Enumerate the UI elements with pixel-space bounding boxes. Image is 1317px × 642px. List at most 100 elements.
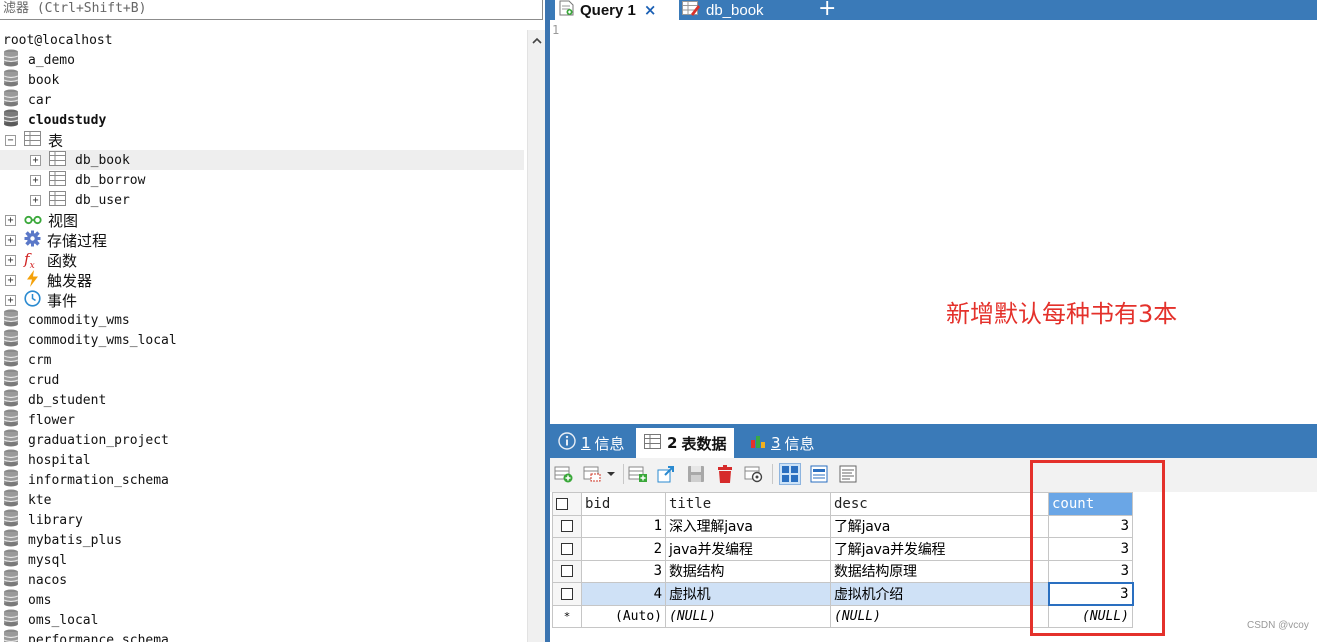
tree-folder-views[interactable]: + 视图 bbox=[0, 210, 527, 230]
sql-editor[interactable]: 1 新增默认每种书有3本 bbox=[550, 20, 1317, 424]
db-label: car bbox=[28, 92, 52, 108]
add-tab-button[interactable]: + bbox=[818, 0, 836, 21]
tab-query-1[interactable]: Query 1 × bbox=[555, 0, 679, 20]
cell-desc[interactable]: (NULL) bbox=[830, 604, 1049, 628]
tree-db[interactable]: hospital bbox=[0, 449, 527, 470]
cell-desc[interactable]: 虚拟机介绍 bbox=[830, 582, 1049, 606]
cell-bid[interactable]: 3 bbox=[581, 559, 666, 583]
database-icon bbox=[3, 409, 19, 431]
insert-row-button[interactable] bbox=[627, 463, 649, 485]
tree-table-db_book[interactable]: + db_book bbox=[0, 150, 524, 170]
tree-table-db_borrow[interactable]: + db_borrow bbox=[0, 170, 527, 190]
cell-bid[interactable]: 4 bbox=[581, 582, 666, 606]
tree-folder-triggers[interactable]: + 触发器 bbox=[0, 269, 527, 290]
scroll-up-button[interactable] bbox=[528, 30, 545, 50]
row-checkbox[interactable] bbox=[552, 559, 582, 583]
table-icon bbox=[49, 150, 66, 170]
cell-title[interactable]: 虚拟机 bbox=[665, 582, 831, 606]
cell-title[interactable]: java并发编程 bbox=[665, 537, 831, 561]
tree-db[interactable]: graduation_project bbox=[0, 429, 527, 450]
tree-db[interactable]: mysql bbox=[0, 549, 527, 570]
close-tab-icon[interactable]: × bbox=[644, 1, 657, 19]
tree-db[interactable]: commodity_wms bbox=[0, 309, 527, 330]
tree-db[interactable]: performance_schema bbox=[0, 629, 527, 642]
database-icon bbox=[3, 609, 19, 631]
row-checkbox[interactable] bbox=[552, 582, 582, 606]
result-tab-bar: 1 信息 2 表数据 3 信息 bbox=[550, 424, 1317, 458]
tree-connection[interactable]: root@localhost bbox=[0, 30, 527, 50]
duplicate-row-button[interactable] bbox=[582, 463, 618, 485]
tree-db[interactable]: oms bbox=[0, 589, 527, 611]
tree-scrollbar[interactable] bbox=[527, 30, 545, 642]
tree-db-car[interactable]: car bbox=[0, 89, 527, 110]
tree-folder-functions[interactable]: + fx 函数 bbox=[0, 250, 527, 271]
cell-bid[interactable]: 2 bbox=[581, 537, 666, 561]
tree-folder-procedures[interactable]: + 存储过程 bbox=[0, 230, 527, 250]
expand-icon[interactable]: + bbox=[5, 234, 16, 246]
expand-icon[interactable]: + bbox=[30, 154, 41, 166]
tree-db[interactable]: kte bbox=[0, 489, 527, 510]
expand-icon[interactable]: + bbox=[30, 194, 41, 206]
expand-icon[interactable]: + bbox=[5, 274, 16, 286]
cell-title[interactable]: 深入理解java bbox=[665, 514, 831, 538]
tree-folder-events[interactable]: + 事件 bbox=[0, 289, 527, 311]
add-row-button[interactable] bbox=[553, 463, 575, 485]
import-button[interactable] bbox=[656, 463, 678, 485]
tree-db[interactable]: information_schema bbox=[0, 469, 527, 490]
tab-messages[interactable]: 1 信息 bbox=[558, 428, 625, 458]
tree-db[interactable]: flower bbox=[0, 409, 527, 431]
tree-db[interactable]: commodity_wms_local bbox=[0, 329, 527, 350]
tree-folder-tables[interactable]: − 表 bbox=[0, 130, 527, 150]
text-view-button[interactable] bbox=[837, 463, 859, 485]
cell-bid[interactable]: (Auto) bbox=[581, 604, 666, 628]
cell-desc[interactable]: 数据结构原理 bbox=[830, 559, 1049, 583]
select-all-checkbox[interactable] bbox=[552, 492, 582, 516]
grid-view-button[interactable] bbox=[779, 463, 801, 485]
tree-db[interactable]: db_student bbox=[0, 389, 527, 410]
duplicate-row-icon bbox=[583, 466, 615, 482]
folder-label: 函数 bbox=[47, 251, 78, 270]
save-button[interactable] bbox=[685, 463, 707, 485]
tree-db[interactable]: nacos bbox=[0, 569, 527, 590]
tree-db[interactable]: mybatis_plus bbox=[0, 529, 527, 550]
column-header-desc[interactable]: desc bbox=[830, 492, 1049, 516]
db-label: cloudstudy bbox=[28, 112, 107, 128]
clock-icon bbox=[24, 289, 41, 311]
tree-db-cloudstudy[interactable]: cloudstudy bbox=[0, 109, 527, 130]
expand-icon[interactable]: + bbox=[5, 294, 16, 306]
expand-icon[interactable]: + bbox=[5, 254, 16, 266]
cell-title[interactable]: (NULL) bbox=[665, 604, 831, 628]
tree-db[interactable]: library bbox=[0, 509, 527, 530]
expand-icon[interactable]: + bbox=[30, 174, 41, 186]
tree-db[interactable]: oms_local bbox=[0, 609, 527, 631]
tree-db-a_demo[interactable]: a_demo bbox=[0, 49, 527, 70]
tree-db[interactable]: crud bbox=[0, 369, 527, 390]
table-label: db_borrow bbox=[75, 172, 146, 188]
delete-button[interactable] bbox=[714, 463, 736, 485]
tree-db[interactable]: crm bbox=[0, 349, 527, 370]
column-header-bid[interactable]: bid bbox=[581, 492, 666, 516]
tab-number: 2 bbox=[667, 434, 678, 452]
cell-bid[interactable]: 1 bbox=[581, 514, 666, 538]
info-icon bbox=[558, 432, 576, 454]
expand-icon[interactable]: + bbox=[5, 214, 16, 226]
tree-db-book[interactable]: book bbox=[0, 69, 527, 90]
cell-title[interactable]: 数据结构 bbox=[665, 559, 831, 583]
collapse-icon[interactable]: − bbox=[5, 134, 16, 146]
refresh-button[interactable] bbox=[743, 463, 765, 485]
tab-info[interactable]: 3 信息 bbox=[750, 428, 815, 458]
cell-desc[interactable]: 了解java bbox=[830, 514, 1049, 538]
tab-db-book[interactable]: db_book bbox=[682, 0, 812, 20]
filter-input[interactable] bbox=[0, 0, 542, 19]
column-header-title[interactable]: title bbox=[665, 492, 831, 516]
trash-icon bbox=[718, 465, 732, 483]
row-checkbox[interactable] bbox=[552, 537, 582, 561]
form-view-button[interactable] bbox=[808, 463, 830, 485]
row-checkbox[interactable] bbox=[552, 514, 582, 538]
tree-table-db_user[interactable]: + db_user bbox=[0, 190, 527, 210]
db-label: crud bbox=[28, 372, 60, 388]
bar-chart-icon bbox=[750, 434, 766, 452]
cell-desc[interactable]: 了解java并发编程 bbox=[830, 537, 1049, 561]
database-icon bbox=[3, 589, 19, 611]
tab-table-data[interactable]: 2 表数据 bbox=[636, 428, 735, 458]
